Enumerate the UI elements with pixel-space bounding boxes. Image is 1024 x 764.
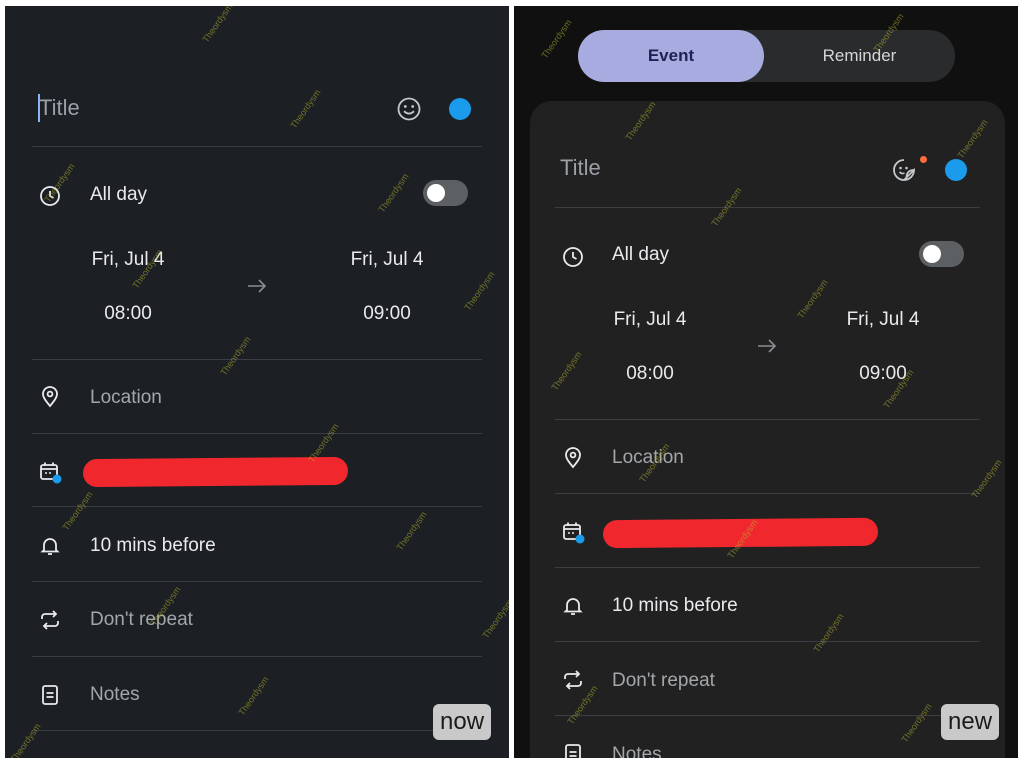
start-time[interactable]: 08:00 xyxy=(595,363,705,385)
event-editor-sheet: Title All day Fri, Jul 4 08:00 Fri, Jul … xyxy=(530,101,1005,758)
location-pin-icon xyxy=(565,447,581,469)
repeat-setting[interactable]: Don't repeat xyxy=(612,670,715,692)
location-input[interactable]: Location xyxy=(612,447,684,469)
segment-reminder[interactable]: Reminder xyxy=(764,30,955,82)
all-day-toggle[interactable] xyxy=(423,180,468,206)
smiley-icon[interactable] xyxy=(396,96,422,122)
arrow-right-icon xyxy=(248,279,267,293)
segment-event[interactable]: Event xyxy=(578,30,764,82)
version-tag-now: now xyxy=(433,704,492,740)
watermark: Theordysm xyxy=(539,17,574,61)
end-date[interactable]: Fri, Jul 4 xyxy=(332,249,442,271)
divider xyxy=(32,433,482,434)
divider xyxy=(555,207,980,208)
bell-icon xyxy=(40,538,60,555)
watermark: Theordysm xyxy=(60,489,95,533)
divider xyxy=(32,359,482,360)
event-color-dot[interactable] xyxy=(449,98,471,120)
title-input[interactable]: Title xyxy=(560,155,601,181)
watermark: Theordysm xyxy=(236,674,271,718)
right-panel-new-ui: Event Reminder Title All day Fri, Jul 4 … xyxy=(514,6,1018,758)
all-day-toggle[interactable] xyxy=(919,241,964,267)
location-input[interactable]: Location xyxy=(90,387,162,409)
watermark: Theordysm xyxy=(218,334,253,378)
end-date[interactable]: Fri, Jul 4 xyxy=(828,309,938,331)
sticker-notification-dot xyxy=(920,156,927,163)
title-input[interactable]: Title xyxy=(39,95,80,121)
start-time[interactable]: 08:00 xyxy=(73,303,183,325)
notes-icon xyxy=(42,685,58,705)
watermark: Theordysm xyxy=(376,171,411,215)
location-pin-icon xyxy=(42,386,58,408)
notes-input[interactable]: Notes xyxy=(612,744,662,758)
divider xyxy=(555,567,980,568)
toggle-knob xyxy=(427,184,445,202)
divider xyxy=(555,419,980,420)
watermark: Theordysm xyxy=(288,87,323,131)
divider xyxy=(555,715,980,716)
repeat-icon xyxy=(564,670,582,690)
redacted-calendar-account xyxy=(602,517,879,549)
watermark: Theordysm xyxy=(480,597,509,641)
notes-input[interactable]: Notes xyxy=(90,684,140,706)
notes-icon xyxy=(565,744,581,758)
event-color-dot[interactable] xyxy=(945,159,967,181)
divider xyxy=(555,641,980,642)
watermark: Theordysm xyxy=(462,269,497,313)
arrow-right-icon xyxy=(758,339,777,353)
all-day-label: All day xyxy=(90,184,148,205)
reminder-setting[interactable]: 10 mins before xyxy=(90,535,216,557)
end-time[interactable]: 09:00 xyxy=(332,303,442,325)
watermark: Theordysm xyxy=(8,721,43,758)
watermark: Theordysm xyxy=(200,6,235,45)
start-date[interactable]: Fri, Jul 4 xyxy=(595,309,705,331)
watermark: Theordysm xyxy=(394,509,429,553)
bell-icon xyxy=(563,598,583,615)
divider xyxy=(32,656,482,657)
sticker-icon[interactable] xyxy=(891,157,917,183)
start-date[interactable]: Fri, Jul 4 xyxy=(73,249,183,271)
reminder-setting[interactable]: 10 mins before xyxy=(612,595,738,617)
toggle-knob xyxy=(923,245,941,263)
end-time[interactable]: 09:00 xyxy=(828,363,938,385)
divider xyxy=(32,730,482,731)
calendar-icon xyxy=(40,462,62,484)
all-day-label: All day xyxy=(612,244,670,265)
divider xyxy=(32,506,482,507)
divider xyxy=(32,146,482,147)
left-panel-current-ui: Title All day Fri, Jul 4 08:00 Fri, Jul … xyxy=(5,6,509,758)
divider xyxy=(32,581,482,582)
repeat-icon xyxy=(41,610,59,630)
divider xyxy=(555,493,980,494)
event-type-segmented-control: Event Reminder xyxy=(578,30,955,82)
redacted-calendar-account xyxy=(82,456,349,488)
version-tag-new: new xyxy=(941,704,1000,740)
repeat-setting[interactable]: Don't repeat xyxy=(90,609,193,631)
clock-icon xyxy=(563,247,583,267)
calendar-icon xyxy=(563,522,585,544)
clock-icon xyxy=(40,186,60,206)
